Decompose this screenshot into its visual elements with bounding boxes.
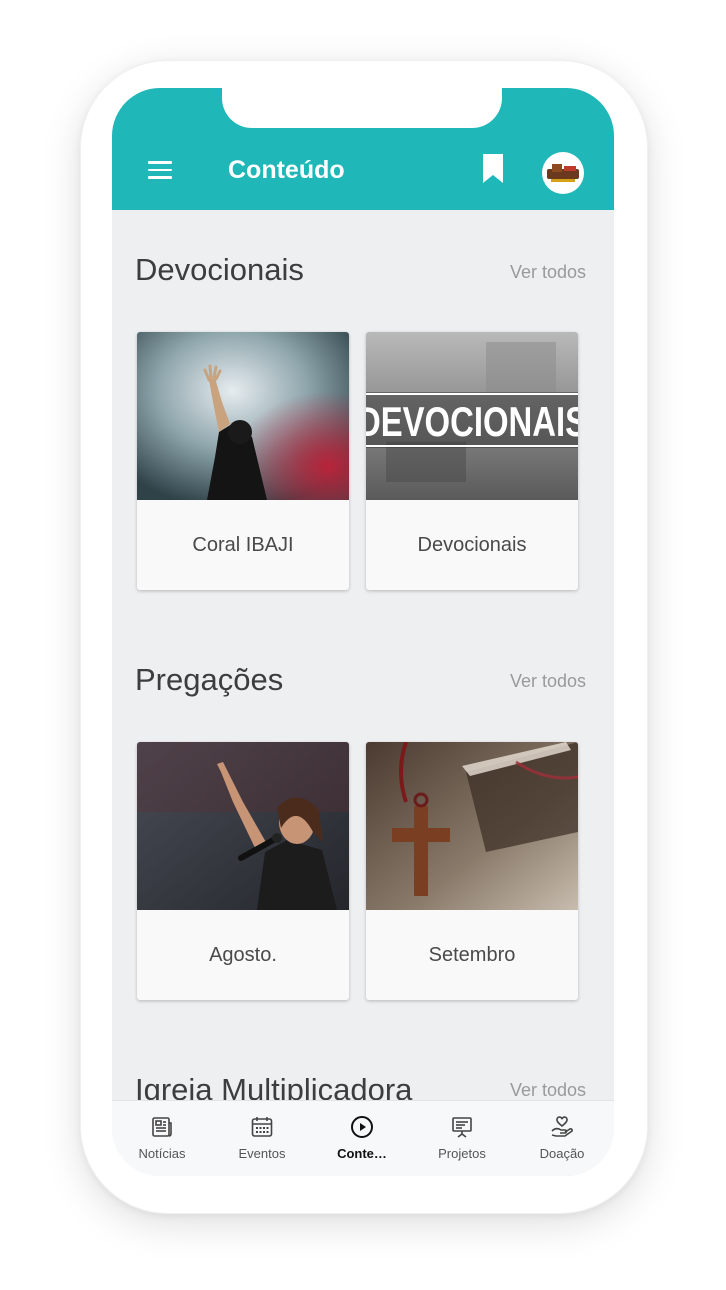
phone-notch: [222, 88, 502, 128]
see-all-pregacoes-link[interactable]: Ver todos: [510, 671, 586, 692]
singer-image: [137, 742, 349, 910]
content-card-coral-ibaji[interactable]: Coral IBAJI: [137, 332, 349, 590]
content-scroll-area[interactable]: Devocionais Ver todos Coral IBAJI DEVOCI…: [112, 210, 614, 1100]
nav-item-noticias[interactable]: Notícias: [112, 1101, 212, 1176]
banner-text: DEVOCIONAIS: [366, 398, 578, 445]
section-title-pregacoes: Pregações: [135, 662, 284, 697]
card-label: Agosto.: [209, 944, 277, 966]
worship-hands-image: [137, 332, 349, 500]
card-label: Setembro: [428, 944, 516, 966]
menu-icon[interactable]: [148, 161, 172, 179]
page-title: Conteúdo: [228, 156, 345, 184]
phone-screen: Conteúdo Devocionais Ver todos Coral IBA…: [112, 88, 614, 1176]
nav-item-conteudo[interactable]: Conte…: [312, 1101, 412, 1176]
presentation-icon: [452, 1117, 472, 1138]
bookmark-icon[interactable]: [482, 154, 504, 184]
newspaper-icon: [152, 1117, 172, 1137]
card-label: Coral IBAJI: [192, 534, 294, 556]
church-logo-avatar[interactable]: [542, 152, 584, 194]
content-card-setembro[interactable]: Setembro: [366, 742, 578, 1000]
heart-hand-icon: [551, 1116, 573, 1137]
see-all-igreja-link[interactable]: Ver todos: [510, 1080, 586, 1100]
section-title-igreja-multiplicadora: Igreja Multiplicadora: [135, 1072, 413, 1100]
content-card-agosto[interactable]: Agosto.: [137, 742, 349, 1000]
calendar-icon: [251, 1117, 273, 1137]
cross-bible-image: [366, 742, 578, 910]
card-label: Devocionais: [417, 534, 527, 556]
nav-item-doacao[interactable]: Doação: [512, 1101, 612, 1176]
nav-item-projetos[interactable]: Projetos: [412, 1101, 512, 1176]
nav-item-eventos[interactable]: Eventos: [212, 1101, 312, 1176]
bottom-navigation: Notícias Eventos Conte… Projetos Doação: [112, 1100, 614, 1176]
section-title-devocionais: Devocionais: [135, 252, 304, 287]
play-circle-icon: [351, 1116, 373, 1138]
content-card-devocionais[interactable]: DEVOCIONAIS Devocionais: [366, 332, 578, 590]
see-all-devocionais-link[interactable]: Ver todos: [510, 262, 586, 283]
devocionais-banner-image: DEVOCIONAIS: [366, 332, 578, 500]
